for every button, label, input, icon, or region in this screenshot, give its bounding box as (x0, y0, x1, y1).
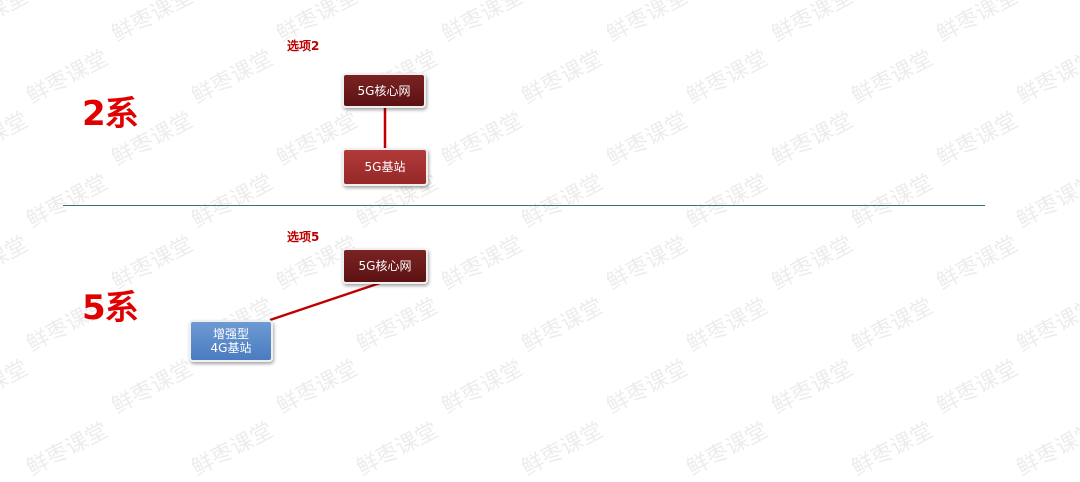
watermark-text: 鲜枣课堂 (1012, 417, 1080, 482)
enhanced-4g-base-station-node[interactable]: 增强型 4G基站 (189, 320, 273, 362)
watermark-text: 鲜枣课堂 (22, 417, 113, 482)
enhanced-4g-node-line1: 增强型 (212, 327, 249, 341)
watermark-text: 鲜枣课堂 (682, 417, 773, 482)
connection-lines (269, 108, 387, 322)
core-network-node-label: 5G核心网 (357, 83, 411, 98)
watermark-text: 鲜枣课堂 (517, 417, 608, 482)
core-network-node-top[interactable]: 5G核心网 (342, 73, 426, 108)
base-station-node-label: 5G基站 (364, 160, 406, 174)
core-network-node-label: 5G核心网 (358, 259, 412, 273)
watermark-text: 鲜枣课堂 (847, 417, 938, 482)
watermark-text: 鲜枣课堂 (187, 417, 278, 482)
enhanced-4g-node-line2: 4G基站 (210, 341, 252, 355)
section-divider (63, 205, 985, 206)
core-network-node-bottom[interactable]: 5G核心网 (342, 248, 428, 284)
link-bottom-core-enhanced-4g (269, 281, 381, 322)
section-label-5: 5系 (82, 288, 139, 328)
watermark-text: 鲜枣课堂 (352, 417, 443, 482)
base-station-node-5g[interactable]: 5G基站 (342, 148, 428, 186)
option-label-5: 选项5 (287, 230, 320, 244)
